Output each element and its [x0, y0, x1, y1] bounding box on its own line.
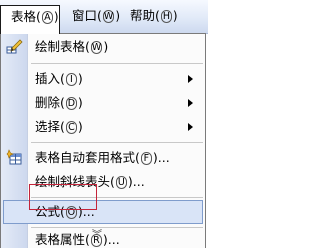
menu-window[interactable]: 窗口(W): [72, 5, 120, 27]
submenu-arrow-icon: [188, 75, 193, 83]
autoformat-text: 表格自动套用格式: [35, 150, 136, 165]
menu-help-label: 帮助: [130, 8, 156, 23]
menu-table-mnemonic: A: [41, 11, 53, 24]
diagonal-header-mnemonic: U: [115, 176, 127, 189]
menu-item-insert[interactable]: 插入(I): [1, 68, 205, 90]
menu-item-delete-label: 删除(D): [35, 95, 83, 110]
menu-item-draw-table-label: 绘制表格(W): [35, 39, 109, 54]
menu-window-mnemonic: W: [102, 10, 115, 23]
menu-window-close: ): [115, 9, 120, 23]
draw-table-mnemonic: W: [90, 41, 103, 54]
menu-table-label: 表格: [11, 9, 37, 24]
delete-close: ): [77, 95, 83, 110]
menu-item-table-properties-label: 表格属性(R)...: [35, 232, 120, 247]
menu-table[interactable]: 表格(A): [0, 5, 60, 34]
submenu-arrow-icon: [188, 123, 193, 131]
insert-close: ): [77, 71, 83, 86]
draw-table-close: ): [103, 39, 109, 54]
table-properties-text: 表格属性: [35, 232, 86, 247]
menu-table-close: ): [53, 10, 59, 24]
table-properties-ellipsis: ...: [107, 232, 120, 247]
annotation-highlight-box: [29, 184, 97, 210]
delete-mnemonic: D: [65, 97, 77, 110]
autoformat-mnemonic: F: [140, 152, 152, 165]
select-mnemonic: C: [65, 121, 77, 134]
menu-item-table-properties[interactable]: 表格属性(R)...: [1, 229, 205, 248]
draw-table-text: 绘制表格: [35, 39, 86, 54]
autoformat-ellipsis: ...: [157, 150, 170, 165]
screen: 表格(A) 窗口(W) 帮助(H) 绘制表格(W) 插入(I) 删除(…: [0, 0, 208, 248]
menu-item-autoformat-label: 表格自动套用格式(F)...: [35, 150, 170, 165]
table-dropdown-menu: 绘制表格(W) 插入(I) 删除(D) 选择(C) 表格自动套用格式(…: [0, 33, 206, 248]
menu-item-autoformat[interactable]: 表格自动套用格式(F)...: [1, 147, 205, 169]
menu-help[interactable]: 帮助(H): [130, 5, 178, 27]
menu-separator: [31, 63, 203, 64]
insert-text: 插入: [35, 71, 61, 86]
menu-item-select[interactable]: 选择(C): [1, 116, 205, 138]
menu-separator: [31, 227, 203, 228]
menu-item-select-label: 选择(C): [35, 119, 83, 134]
pencil-icon: [6, 39, 23, 54]
autoformat-icon: [6, 149, 22, 165]
menu-bar: 表格(A) 窗口(W) 帮助(H): [0, 0, 208, 34]
menu-item-insert-label: 插入(I): [35, 71, 83, 86]
expand-menu-chevron-icon[interactable]: ︾: [92, 231, 102, 241]
menu-window-label: 窗口: [72, 8, 98, 23]
menu-item-delete[interactable]: 删除(D): [1, 92, 205, 114]
insert-mnemonic: I: [65, 73, 77, 86]
menu-help-mnemonic: H: [160, 10, 172, 23]
submenu-arrow-icon: [188, 99, 193, 107]
menu-separator: [31, 142, 203, 143]
select-text: 选择: [35, 119, 61, 134]
menu-item-draw-table[interactable]: 绘制表格(W): [1, 36, 205, 58]
diagonal-header-ellipsis: ...: [132, 174, 145, 189]
select-close: ): [77, 119, 83, 134]
menu-help-close: ): [172, 9, 178, 23]
delete-text: 删除: [35, 95, 61, 110]
